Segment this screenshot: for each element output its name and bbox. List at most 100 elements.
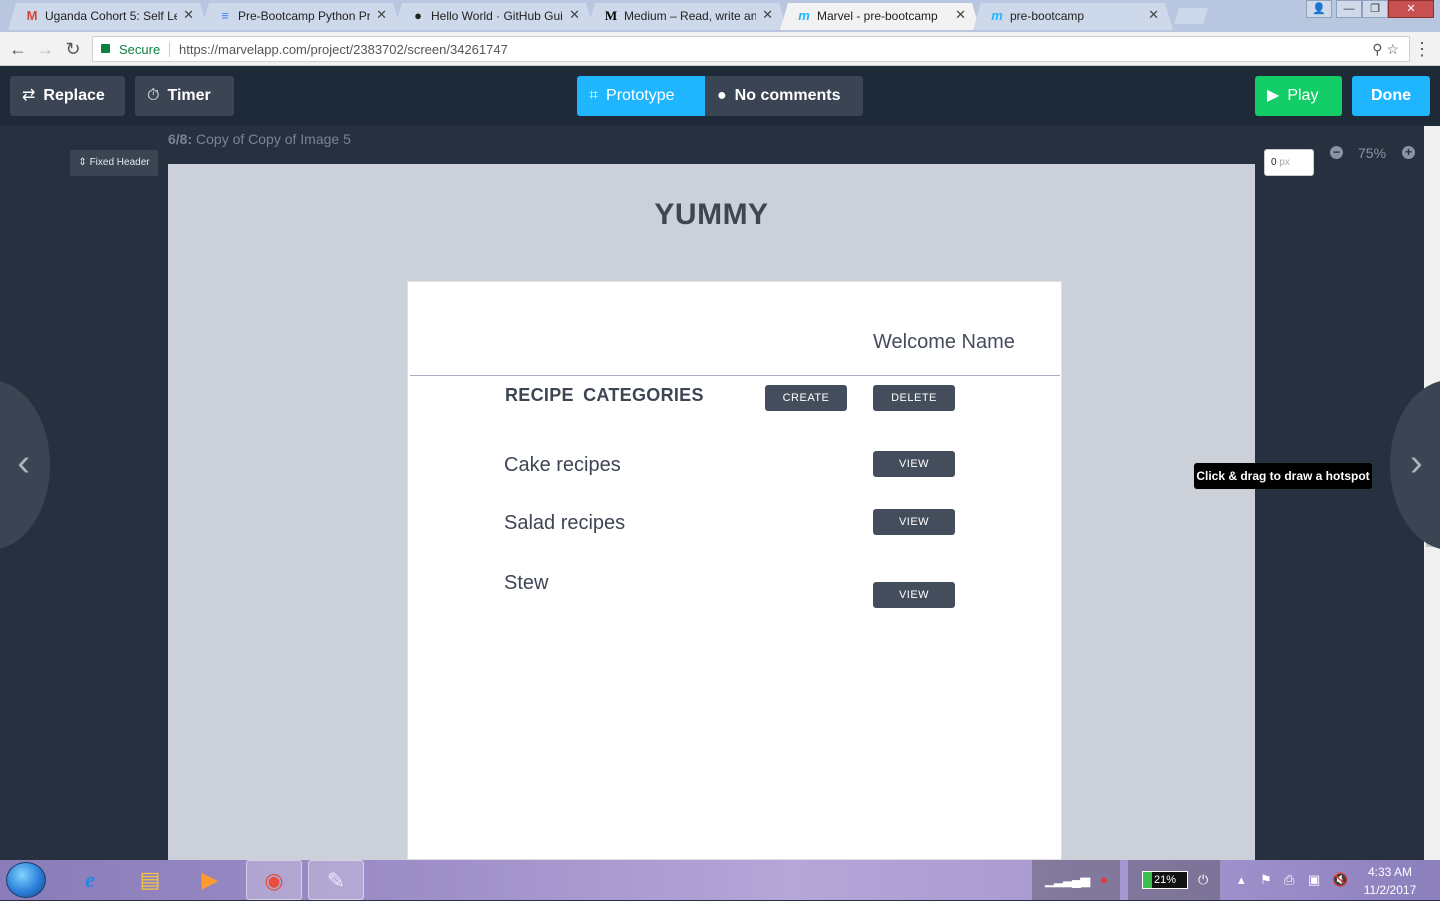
- stopwatch-icon: ⏱: [147, 87, 160, 104]
- fixed-header-button[interactable]: ⇕ Fixed Header: [70, 150, 158, 176]
- prototype-label: Prototype: [606, 87, 675, 104]
- tab-pre-bootcamp[interactable]: m pre-bootcamp ✕: [973, 3, 1173, 30]
- bookmark-star-icon[interactable]: ⚲ ☆: [1372, 41, 1399, 58]
- mockup-card: [407, 281, 1062, 860]
- devices-icon[interactable]: ⎙: [1284, 872, 1294, 888]
- volume-muted-icon[interactable]: 🔇: [1332, 872, 1348, 888]
- marvel-icon: m: [798, 8, 810, 23]
- marvel-header: ⇄ Replace ⏱ Timer ⌗ Prototype ● No comments …: [0, 66, 1440, 126]
- offset-input[interactable]: 0 px: [1264, 149, 1314, 176]
- offset-unit: px: [1279, 157, 1290, 168]
- omnibox-divider: [169, 42, 170, 57]
- tab-title: Hello World · GitHub Gui: [431, 9, 563, 23]
- start-button[interactable]: [6, 862, 46, 898]
- zoom-out-icon[interactable]: −: [1330, 146, 1343, 159]
- view-button[interactable]: VIEW: [873, 451, 955, 477]
- battery-indicator[interactable]: 21%: [1142, 871, 1188, 889]
- timer-button[interactable]: ⏱ Timer: [135, 76, 234, 116]
- tab-medium[interactable]: M Medium – Read, write an ✕: [587, 3, 787, 30]
- delete-button[interactable]: DELETE: [873, 385, 955, 411]
- windows-taskbar: e ▤ ▶ ◉ ✎ 21%: [0, 860, 1440, 900]
- recipe-name: Stew: [504, 572, 549, 594]
- window-close-button[interactable]: ✕: [1388, 0, 1434, 18]
- show-hidden-icons-icon[interactable]: ▴: [1238, 872, 1245, 888]
- crop-icon: ⌗: [589, 87, 599, 104]
- prototype-tab[interactable]: ⌗ Prototype: [577, 76, 705, 116]
- done-button[interactable]: Done: [1352, 76, 1430, 116]
- browser-tab-strip: M Uganda Cohort 5: Self Le ✕ ≡ Pre-Bootc…: [0, 0, 1440, 32]
- media-player-icon[interactable]: ▶: [182, 860, 238, 900]
- clock-date[interactable]: 11/2/2017: [1360, 883, 1420, 897]
- view-button[interactable]: VIEW: [873, 582, 955, 608]
- replace-button[interactable]: ⇄ Replace: [10, 76, 125, 116]
- tab-close-icon[interactable]: ✕: [183, 7, 194, 23]
- internet-explorer-icon[interactable]: e: [62, 860, 118, 900]
- action-center-icon[interactable]: ⚑: [1260, 872, 1272, 888]
- tab-github[interactable]: ● Hello World · GitHub Gui ✕: [394, 3, 594, 30]
- chevron-left-icon: ‹: [17, 442, 30, 484]
- battery-percent: 21%: [1153, 874, 1177, 886]
- chrome-menu-icon[interactable]: ⋮: [1410, 37, 1434, 61]
- play-icon: ▶: [1267, 87, 1280, 104]
- network-icon[interactable]: ▣: [1308, 872, 1320, 888]
- tab-title: Uganda Cohort 5: Self Le: [45, 9, 177, 23]
- screen-counter: 6/8:: [168, 131, 193, 147]
- tab-close-icon[interactable]: ✕: [1148, 7, 1159, 23]
- new-tab-button[interactable]: [1174, 8, 1208, 24]
- power-plug-icon[interactable]: ⏻: [1198, 872, 1208, 888]
- welcome-text: Welcome Name: [873, 331, 1015, 353]
- screen-name: Copy of Copy of Image 5: [196, 131, 351, 147]
- signal-strength-icon[interactable]: ▁▂▃▄▅: [1045, 872, 1090, 888]
- create-button[interactable]: CREATE: [765, 385, 847, 411]
- zoom-in-icon[interactable]: +: [1402, 146, 1415, 159]
- forward-arrow-icon[interactable]: →: [33, 37, 57, 61]
- comments-tab[interactable]: ● No comments: [705, 76, 863, 116]
- tab-google-docs[interactable]: ≡ Pre-Bootcamp Python Pr ✕: [201, 3, 401, 30]
- maximize-button[interactable]: ❐: [1362, 0, 1388, 18]
- chevron-right-icon: ›: [1410, 442, 1423, 484]
- recipe-name: Cake recipes: [504, 454, 621, 476]
- url-text[interactable]: https://marvelapp.com/project/2383702/sc…: [179, 42, 508, 57]
- chrome-icon[interactable]: ◉: [246, 860, 302, 900]
- swap-icon: ⇄: [22, 87, 36, 104]
- google-docs-icon: ≡: [221, 8, 229, 23]
- minimize-button[interactable]: —: [1336, 0, 1362, 18]
- screen-label: 6/8: Copy of Copy of Image 5: [168, 131, 351, 147]
- tab-close-icon[interactable]: ✕: [955, 7, 966, 23]
- tab-gmail[interactable]: M Uganda Cohort 5: Self Le ✕: [8, 3, 208, 30]
- back-arrow-icon[interactable]: ←: [6, 37, 30, 61]
- play-button[interactable]: ▶ Play: [1255, 76, 1342, 116]
- gmail-icon: M: [26, 8, 38, 23]
- header-divider: [410, 375, 1060, 376]
- reload-icon[interactable]: ↻: [61, 37, 85, 61]
- hotspot-tooltip: Click & drag to draw a hotspot: [1194, 463, 1372, 489]
- tab-title: pre-bootcamp: [1010, 9, 1085, 23]
- recipe-name: Salad recipes: [504, 512, 626, 534]
- tab-close-icon[interactable]: ✕: [569, 7, 580, 23]
- tab-marvel-active[interactable]: m Marvel - pre-bootcamp ✕: [780, 3, 980, 30]
- app-title: YUMMY: [654, 198, 769, 231]
- file-explorer-icon[interactable]: ▤: [122, 860, 178, 900]
- tab-close-icon[interactable]: ✕: [762, 7, 773, 23]
- tab-title: Pre-Bootcamp Python Pr: [238, 9, 370, 23]
- address-bar[interactable]: Secure https://marvelapp.com/project/238…: [92, 36, 1410, 62]
- offset-value: 0: [1271, 157, 1277, 168]
- tab-title: Marvel - pre-bootcamp: [817, 9, 938, 23]
- secure-label: Secure: [119, 42, 161, 57]
- replace-label: Replace: [43, 87, 105, 104]
- lock-icon: [101, 44, 110, 53]
- battery-fill: [1143, 872, 1153, 888]
- comments-label: No comments: [734, 87, 841, 104]
- paint-icon[interactable]: ✎: [308, 860, 364, 900]
- zoom-level: 75%: [1358, 145, 1387, 161]
- network-warning-icon: ●: [1100, 872, 1108, 887]
- marvel-icon: m: [991, 8, 1003, 23]
- view-button[interactable]: VIEW: [873, 509, 955, 535]
- clock-time[interactable]: 4:33 AM: [1362, 865, 1418, 879]
- comment-bubble-icon: ●: [717, 87, 727, 104]
- play-label: Play: [1287, 87, 1319, 104]
- user-profile-icon[interactable]: 👤: [1306, 0, 1332, 18]
- tab-close-icon[interactable]: ✕: [376, 7, 387, 23]
- timer-label: Timer: [167, 87, 211, 104]
- tab-title: Medium – Read, write an: [624, 9, 756, 23]
